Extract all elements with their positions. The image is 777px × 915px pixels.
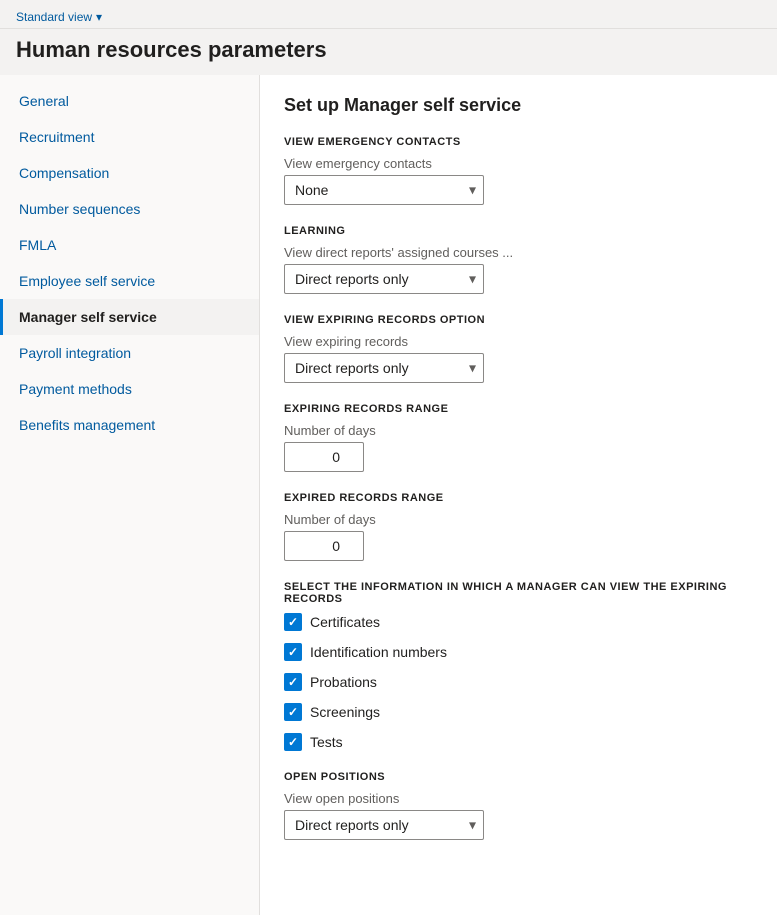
sidebar-item-label: Payroll integration <box>19 345 131 361</box>
checkbox-certificates[interactable]: ✓ Certificates <box>284 613 753 631</box>
select-information-heading: SELECT THE INFORMATION IN WHICH A MANAGE… <box>284 581 753 605</box>
learning-select[interactable]: None Direct reports only All reports <box>284 264 484 294</box>
checkbox-group: ✓ Certificates ✓ Identification numbers … <box>284 613 753 751</box>
sidebar-item-payment-methods[interactable]: Payment methods <box>0 371 259 407</box>
checkbox-label-certificates: Certificates <box>310 614 380 630</box>
sidebar-item-label: Manager self service <box>19 309 157 325</box>
learning-group: LEARNING View direct reports' assigned c… <box>284 225 753 294</box>
checkbox-box-probations: ✓ <box>284 673 302 691</box>
checkmark-icon: ✓ <box>288 675 298 689</box>
checkbox-label-tests: Tests <box>310 734 343 750</box>
sidebar-item-label: FMLA <box>19 237 56 253</box>
sidebar-item-benefits-management[interactable]: Benefits management <box>0 407 259 443</box>
checkbox-label-screenings: Screenings <box>310 704 380 720</box>
expiring-records-range-input[interactable] <box>284 442 364 472</box>
checkbox-identification-numbers[interactable]: ✓ Identification numbers <box>284 643 753 661</box>
expiring-records-range-label: Number of days <box>284 423 753 438</box>
open-positions-select[interactable]: None Direct reports only All reports <box>284 810 484 840</box>
checkbox-label-probations: Probations <box>310 674 377 690</box>
emergency-contacts-heading: VIEW EMERGENCY CONTACTS <box>284 136 753 148</box>
standard-view-label: Standard view <box>16 10 92 24</box>
sidebar-item-payroll-integration[interactable]: Payroll integration <box>0 335 259 371</box>
expiring-records-option-select[interactable]: None Direct reports only All reports <box>284 353 484 383</box>
sidebar-item-manager-self-service[interactable]: Manager self service <box>0 299 259 335</box>
learning-heading: LEARNING <box>284 225 753 237</box>
expiring-records-option-heading: VIEW EXPIRING RECORDS OPTION <box>284 314 753 326</box>
expiring-records-option-select-wrapper: None Direct reports only All reports ▾ <box>284 353 484 383</box>
sidebar-item-recruitment[interactable]: Recruitment <box>0 119 259 155</box>
expiring-records-option-group: VIEW EXPIRING RECORDS OPTION View expiri… <box>284 314 753 383</box>
emergency-contacts-select[interactable]: None Direct reports only All reports <box>284 175 484 205</box>
checkbox-tests[interactable]: ✓ Tests <box>284 733 753 751</box>
sidebar-item-label: Payment methods <box>19 381 132 397</box>
content-area: Set up Manager self service VIEW EMERGEN… <box>260 75 777 915</box>
checkbox-box-identification-numbers: ✓ <box>284 643 302 661</box>
standard-view-dropdown[interactable]: Standard view ▾ <box>16 10 102 24</box>
sidebar: General Recruitment Compensation Number … <box>0 75 260 915</box>
checkbox-probations[interactable]: ✓ Probations <box>284 673 753 691</box>
expired-records-range-heading: EXPIRED RECORDS RANGE <box>284 492 753 504</box>
sidebar-item-employee-self-service[interactable]: Employee self service <box>0 263 259 299</box>
sidebar-item-label: General <box>19 93 69 109</box>
learning-label: View direct reports' assigned courses ..… <box>284 245 753 260</box>
checkbox-label-identification-numbers: Identification numbers <box>310 644 447 660</box>
sidebar-item-compensation[interactable]: Compensation <box>0 155 259 191</box>
checkbox-screenings[interactable]: ✓ Screenings <box>284 703 753 721</box>
emergency-contacts-label: View emergency contacts <box>284 156 753 171</box>
sidebar-item-label: Compensation <box>19 165 109 181</box>
checkbox-box-screenings: ✓ <box>284 703 302 721</box>
expiring-records-range-heading: EXPIRING RECORDS RANGE <box>284 403 753 415</box>
checkmark-icon: ✓ <box>288 705 298 719</box>
emergency-contacts-select-wrapper: None Direct reports only All reports ▾ <box>284 175 484 205</box>
sidebar-item-number-sequences[interactable]: Number sequences <box>0 191 259 227</box>
sidebar-item-label: Number sequences <box>19 201 140 217</box>
chevron-down-icon: ▾ <box>96 10 102 24</box>
expiring-records-option-label: View expiring records <box>284 334 753 349</box>
checkbox-box-certificates: ✓ <box>284 613 302 631</box>
learning-select-wrapper: None Direct reports only All reports ▾ <box>284 264 484 294</box>
sidebar-item-label: Recruitment <box>19 129 94 145</box>
sidebar-item-fmla[interactable]: FMLA <box>0 227 259 263</box>
open-positions-label: View open positions <box>284 791 753 806</box>
select-information-group: SELECT THE INFORMATION IN WHICH A MANAGE… <box>284 581 753 751</box>
section-title: Set up Manager self service <box>284 95 753 116</box>
open-positions-select-wrapper: None Direct reports only All reports ▾ <box>284 810 484 840</box>
expired-records-range-group: EXPIRED RECORDS RANGE Number of days <box>284 492 753 561</box>
open-positions-heading: OPEN POSITIONS <box>284 771 753 783</box>
main-layout: General Recruitment Compensation Number … <box>0 75 777 915</box>
expiring-records-range-group: EXPIRING RECORDS RANGE Number of days <box>284 403 753 472</box>
expired-records-range-label: Number of days <box>284 512 753 527</box>
emergency-contacts-group: VIEW EMERGENCY CONTACTS View emergency c… <box>284 136 753 205</box>
sidebar-item-label: Benefits management <box>19 417 155 433</box>
checkmark-icon: ✓ <box>288 615 298 629</box>
expired-records-range-input[interactable] <box>284 531 364 561</box>
checkmark-icon: ✓ <box>288 735 298 749</box>
page-title: Human resources parameters <box>0 29 777 75</box>
checkmark-icon: ✓ <box>288 645 298 659</box>
sidebar-item-label: Employee self service <box>19 273 155 289</box>
top-bar: Standard view ▾ <box>0 0 777 29</box>
open-positions-group: OPEN POSITIONS View open positions None … <box>284 771 753 840</box>
checkbox-box-tests: ✓ <box>284 733 302 751</box>
sidebar-item-general[interactable]: General <box>0 83 259 119</box>
